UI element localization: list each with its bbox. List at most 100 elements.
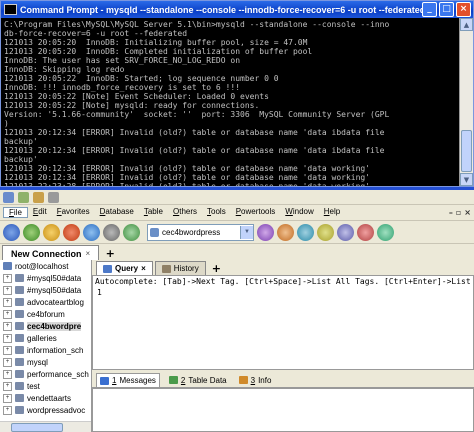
- query-builder-icon[interactable]: [377, 223, 394, 241]
- tree-item-label: mysql: [27, 357, 48, 367]
- backup-icon[interactable]: [257, 223, 274, 241]
- history-icon[interactable]: [33, 191, 44, 203]
- expand-icon[interactable]: +: [3, 285, 12, 295]
- scheduler-icon[interactable]: [357, 223, 374, 241]
- tree-item-database[interactable]: + performance_sch: [0, 368, 91, 380]
- scroll-thumb[interactable]: [461, 130, 472, 172]
- cmd-minimize-button[interactable]: _: [422, 2, 437, 17]
- expand-icon[interactable]: +: [3, 345, 12, 355]
- tree-root[interactable]: root@localhost: [0, 260, 91, 272]
- expand-icon[interactable]: +: [3, 321, 12, 331]
- tree-item-database[interactable]: + information_sch: [0, 344, 91, 356]
- expand-icon[interactable]: +: [3, 273, 12, 283]
- refresh-icon[interactable]: [103, 223, 120, 241]
- tree-item-database[interactable]: + ce4bforum: [0, 308, 91, 320]
- tree-item-database[interactable]: + #mysql50#data: [0, 272, 91, 284]
- add-connection-button[interactable]: +: [103, 247, 117, 261]
- menu-item-others[interactable]: Others: [168, 207, 202, 218]
- expand-icon[interactable]: +: [3, 381, 12, 391]
- execute-icon[interactable]: [83, 223, 100, 241]
- import-icon[interactable]: [277, 223, 294, 241]
- tab-history[interactable]: History: [154, 261, 206, 275]
- tab-query[interactable]: Query ×: [96, 261, 153, 275]
- mdi-close-button[interactable]: ×: [464, 208, 471, 217]
- expand-icon[interactable]: +: [3, 357, 12, 367]
- cmd-title-bar[interactable]: Command Prompt - mysqld --standalone --c…: [1, 1, 473, 18]
- tree-item-label: test: [27, 381, 40, 391]
- options-icon[interactable]: [48, 191, 59, 203]
- table-data-icon: [168, 376, 178, 384]
- tree-item-database[interactable]: + galleries: [0, 332, 91, 344]
- expand-icon[interactable]: +: [3, 333, 12, 343]
- tab-table-data[interactable]: 2 Table Data: [166, 376, 230, 385]
- cmd-close-button[interactable]: ×: [456, 2, 471, 17]
- tree-item-database[interactable]: + vendettaarts: [0, 392, 91, 404]
- database-icon: [15, 406, 24, 414]
- menu-item-tools[interactable]: Tools: [202, 207, 231, 218]
- tab-info[interactable]: 3 Info: [236, 376, 275, 385]
- expand-icon[interactable]: +: [3, 405, 12, 415]
- tree-item-database[interactable]: + mysql: [0, 356, 91, 368]
- tree-item-label: information_sch: [27, 345, 84, 355]
- user-manager-icon[interactable]: [337, 223, 354, 241]
- tab-query-label: Query: [115, 264, 139, 273]
- tree-item-database[interactable]: + cec4bwordpre: [0, 320, 91, 332]
- scroll-up-arrow-icon[interactable]: ▲: [460, 18, 473, 31]
- scroll-down-arrow-icon[interactable]: ▼: [460, 173, 473, 186]
- cmd-window-icon: [4, 4, 17, 15]
- mdi-restore-button[interactable]: ▫: [456, 208, 461, 217]
- expand-icon[interactable]: +: [3, 393, 12, 403]
- menu-item-favorites[interactable]: Favorites: [52, 207, 95, 218]
- schema-icon[interactable]: [297, 223, 314, 241]
- object-browser[interactable]: root@localhost + #mysql50#data + #mysql50#d…: [0, 260, 92, 432]
- forward-icon[interactable]: [18, 191, 29, 203]
- back-icon[interactable]: [3, 191, 14, 203]
- results-panel[interactable]: [92, 388, 474, 432]
- database-icon: [15, 322, 24, 330]
- stop-icon[interactable]: [63, 223, 80, 241]
- tab-number: 3: [250, 375, 256, 385]
- menu-item-edit[interactable]: Edit: [28, 207, 52, 218]
- menu-item-window[interactable]: Window: [280, 207, 318, 218]
- menu-bar: File Edit Favorites Database Table Others Tool…: [0, 205, 474, 221]
- scroll-thumb[interactable]: [11, 423, 63, 432]
- tree-item-database[interactable]: + #mysql50#data: [0, 284, 91, 296]
- object-browser-horizontal-scrollbar[interactable]: [0, 421, 91, 432]
- add-query-tab-button[interactable]: +: [212, 262, 221, 275]
- menu-item-table[interactable]: Table: [139, 207, 168, 218]
- menu-item-file[interactable]: File: [3, 207, 28, 218]
- tree-item-label: performance_sch: [27, 369, 89, 379]
- expand-icon[interactable]: +: [3, 297, 12, 307]
- new-connection-icon[interactable]: [3, 223, 20, 241]
- tab-history-label: History: [173, 264, 199, 273]
- tree-item-database[interactable]: + advocateartblog: [0, 296, 91, 308]
- tab-label: Table Data: [188, 375, 227, 385]
- database-selector[interactable]: cec4bwordpress ▼: [147, 223, 254, 241]
- messages-icon: [100, 376, 109, 385]
- database-icon: [15, 286, 24, 294]
- close-icon[interactable]: ×: [141, 262, 146, 275]
- query-editor[interactable]: Autocomplete: [Tab]->Next Tag. [Ctrl+Spa…: [92, 275, 474, 370]
- cmd-maximize-button[interactable]: □: [439, 2, 454, 17]
- tree-item-database[interactable]: + test: [0, 380, 91, 392]
- menu-item-label: ools: [211, 207, 226, 216]
- work-area: root@localhost + #mysql50#data + #mysql50#d…: [0, 260, 474, 432]
- expand-icon[interactable]: +: [3, 369, 12, 379]
- cmd-console-output[interactable]: C:\Program Files\MySQL\MySQL Server 5.1\…: [1, 18, 460, 186]
- main-toolbar: cec4bwordpress ▼: [0, 221, 474, 244]
- menu-item-powertools[interactable]: Powertools: [231, 207, 281, 218]
- query-tabstrip: Query × History +: [92, 260, 474, 275]
- table-icon[interactable]: [123, 223, 140, 241]
- database-icon: [15, 310, 24, 318]
- tree-item-database[interactable]: + wordpressadvoc: [0, 404, 91, 416]
- sync-icon[interactable]: [317, 223, 334, 241]
- mdi-minimize-button[interactable]: –: [449, 208, 453, 217]
- connect-icon[interactable]: [23, 223, 40, 241]
- new-query-icon[interactable]: [43, 223, 60, 241]
- cmd-vertical-scrollbar[interactable]: ▲ ▼: [459, 18, 473, 186]
- menu-item-help[interactable]: Help: [319, 207, 345, 218]
- chevron-down-icon[interactable]: ▼: [240, 225, 253, 239]
- tab-messages[interactable]: 1 Messages: [96, 373, 160, 387]
- expand-icon[interactable]: +: [3, 309, 12, 319]
- menu-item-database[interactable]: Database: [95, 207, 139, 218]
